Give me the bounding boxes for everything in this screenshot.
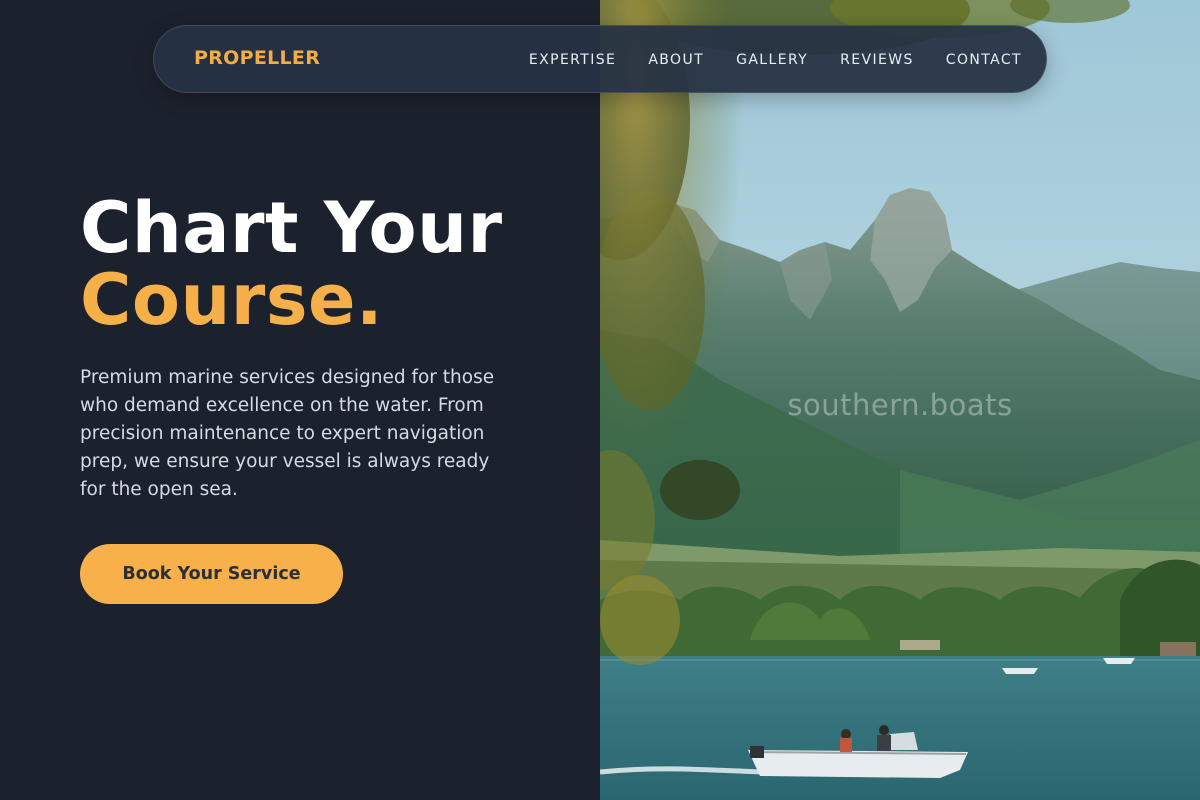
nav-link-reviews[interactable]: REVIEWS <box>840 52 914 68</box>
nav-link-expertise[interactable]: EXPERTISE <box>529 52 616 68</box>
top-navigation: PROPELLER EXPERTISE ABOUT GALLERY REVIEW… <box>153 25 1047 93</box>
nav-links: EXPERTISE ABOUT GALLERY REVIEWS CONTACT <box>529 26 1022 94</box>
hero-title: Chart Your Course. <box>80 192 503 336</box>
brand-logo[interactable]: PROPELLER <box>194 47 320 69</box>
page: southern.boats PROPELLER EXPERTISE ABOUT… <box>0 0 1200 800</box>
nav-link-gallery[interactable]: GALLERY <box>736 52 808 68</box>
nav-link-contact[interactable]: CONTACT <box>946 52 1022 68</box>
photo-watermark: southern.boats <box>787 388 1013 422</box>
nav-link-about[interactable]: ABOUT <box>648 52 704 68</box>
hero-description: Premium marine services designed for tho… <box>80 367 495 500</box>
hero-photo: southern.boats <box>600 0 1200 800</box>
hero-title-line2: Course. <box>80 259 384 341</box>
hero-title-line1: Chart Your <box>80 187 503 269</box>
book-service-button[interactable]: Book Your Service <box>80 544 343 604</box>
